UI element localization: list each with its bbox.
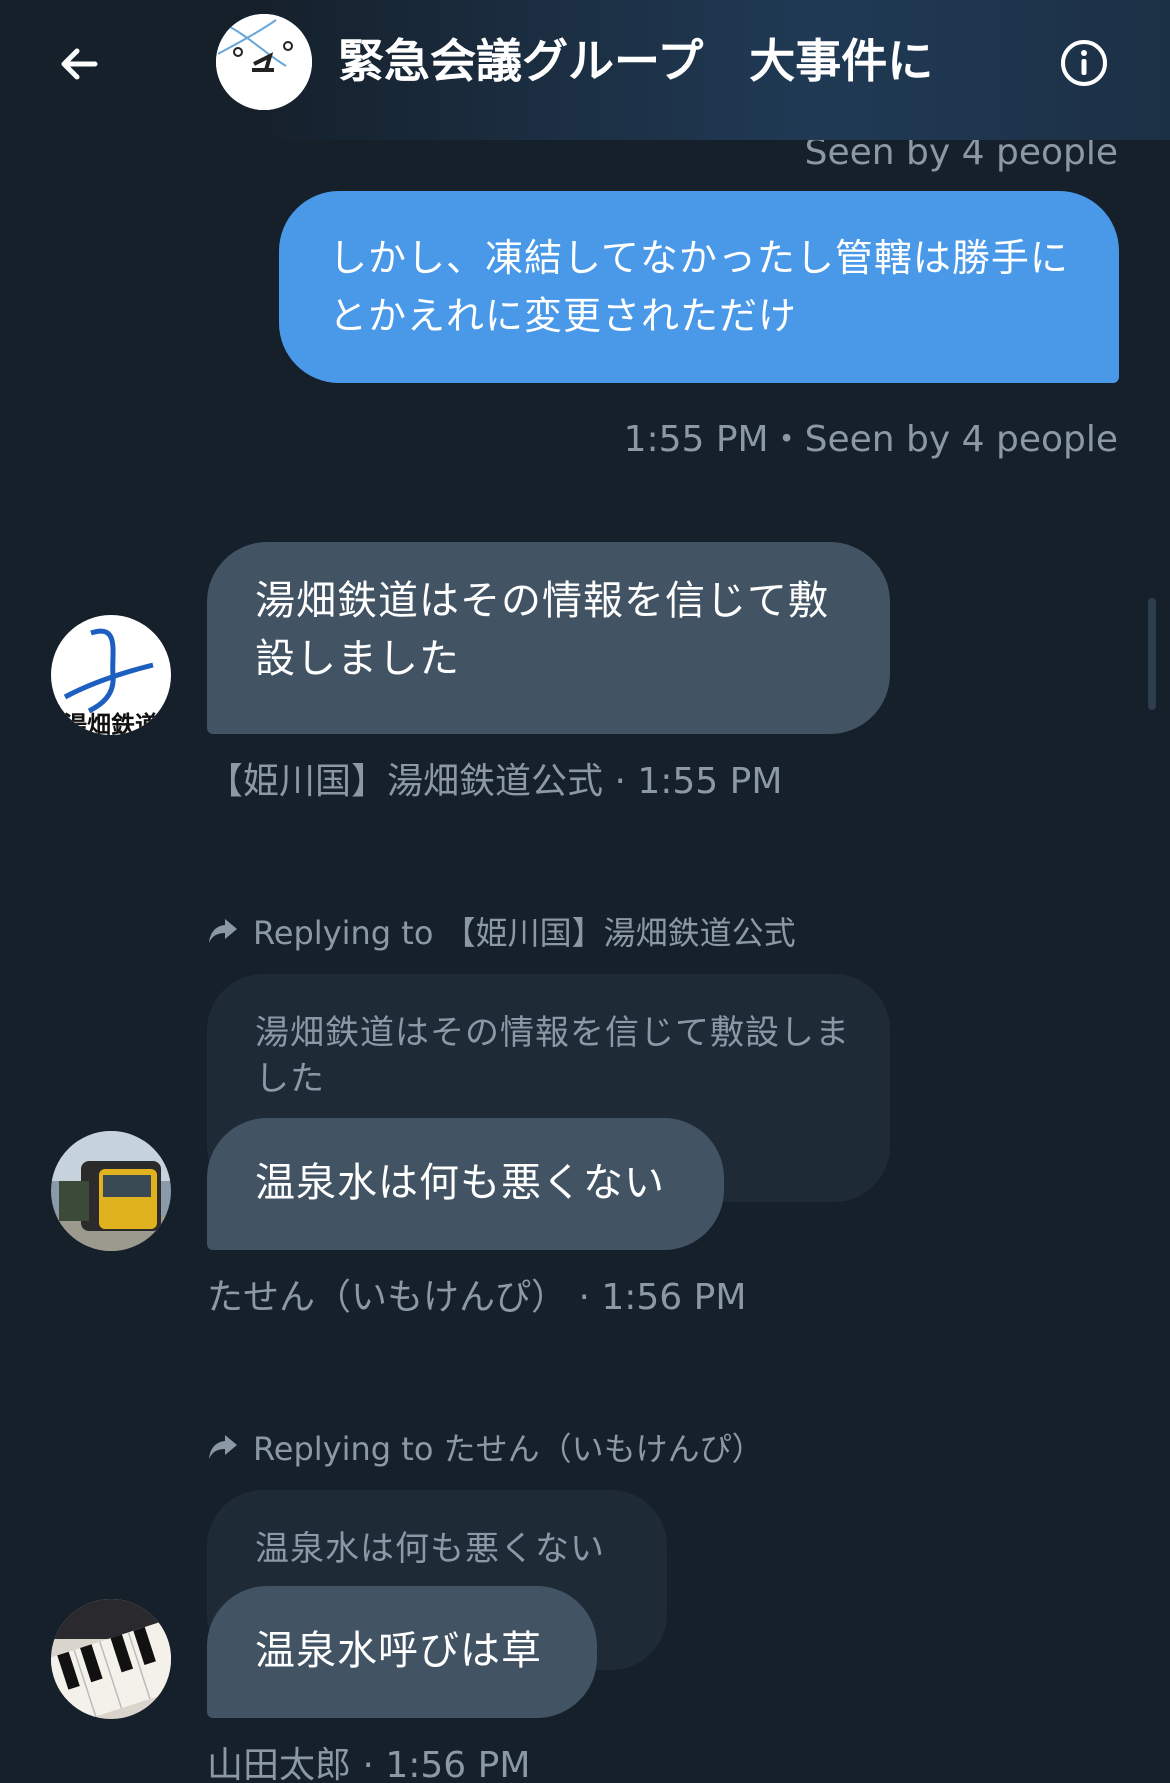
outgoing-message-bubble[interactable]: しかし、凍結してなかったし管轄は勝手にとかえれに変更されただけ bbox=[279, 191, 1119, 383]
reply-arrow-icon bbox=[207, 915, 239, 947]
reply-to-label: Replying to たせん（いもけんぴ） bbox=[253, 1430, 764, 1468]
avatar-tasen[interactable] bbox=[51, 1131, 171, 1251]
info-circle-icon bbox=[1061, 40, 1107, 86]
reply-to-label: Replying to 【姫川国】湯畑鉄道公式 bbox=[253, 914, 796, 952]
incoming-message-bubble[interactable]: 温泉水呼びは草 bbox=[207, 1586, 597, 1718]
outgoing-message-meta: 1:55 PM・Seen by 4 people bbox=[623, 419, 1118, 460]
avatar-image bbox=[51, 1599, 171, 1719]
incoming-message-bubble[interactable]: 湯畑鉄道はその情報を信じて敷設しました bbox=[207, 542, 890, 734]
reply-arrow-icon bbox=[207, 1431, 239, 1463]
incoming-message-bubble[interactable]: 温泉水は何も悪くない bbox=[207, 1118, 724, 1250]
message-meta: 山田太郎 · 1:56 PM bbox=[207, 1745, 531, 1783]
reply-context: Replying to 【姫川国】湯畑鉄道公式 bbox=[207, 908, 796, 954]
arrow-left-icon bbox=[61, 48, 98, 80]
conversation-info-button[interactable] bbox=[1055, 34, 1113, 92]
conversation-header: 緊急会議グループ 大事件に bbox=[0, 0, 1170, 140]
back-button[interactable] bbox=[50, 35, 108, 93]
avatar-image bbox=[51, 1131, 171, 1251]
dm-conversation-screen: 緊急会議グループ 大事件に Seen by 4 people しかし、凍結してな… bbox=[0, 0, 1170, 1783]
group-avatar-image bbox=[216, 14, 312, 110]
reply-context: Replying to たせん（いもけんぴ） bbox=[207, 1424, 764, 1470]
message-meta: 【姫川国】湯畑鉄道公式 · 1:55 PM bbox=[207, 761, 783, 802]
avatar-image: 湯畑鉄道 bbox=[51, 615, 171, 735]
scrollbar-thumb[interactable] bbox=[1148, 598, 1156, 710]
conversation-title: 緊急会議グループ 大事件に bbox=[338, 34, 934, 88]
group-avatar[interactable] bbox=[216, 14, 312, 110]
avatar-yubatake-railway[interactable]: 湯畑鉄道 bbox=[51, 615, 171, 735]
avatar-label: 湯畑鉄道 bbox=[63, 711, 159, 735]
message-meta: たせん（いもけんぴ） · 1:56 PM bbox=[207, 1277, 747, 1318]
avatar-yamada-taro[interactable] bbox=[51, 1599, 171, 1719]
